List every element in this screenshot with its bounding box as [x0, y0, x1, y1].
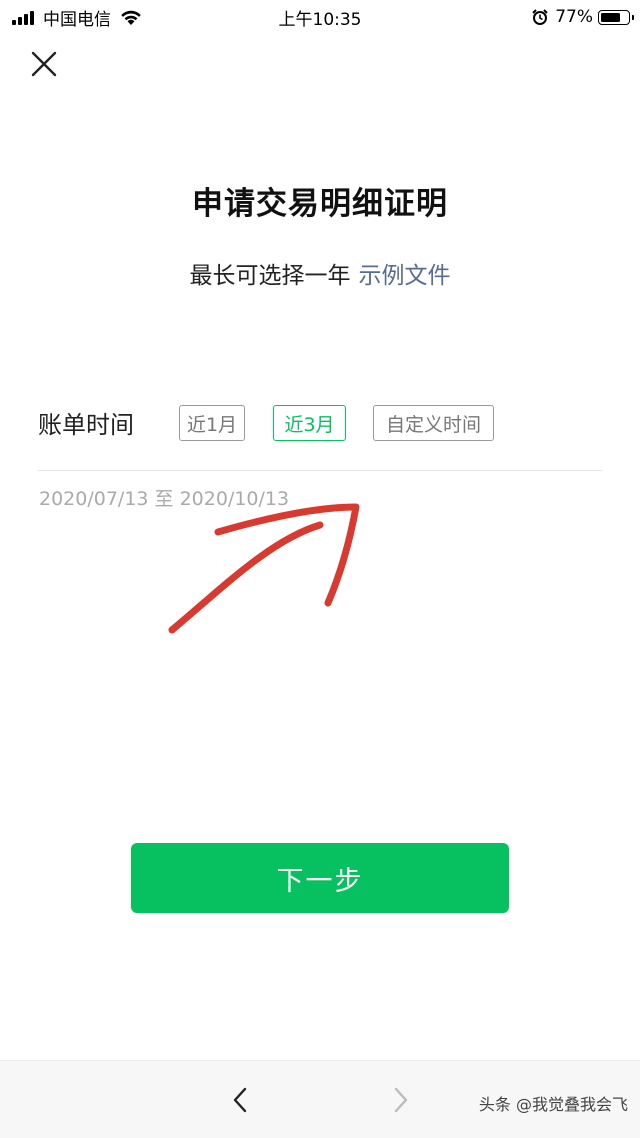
bill-time-label: 账单时间 [38, 411, 134, 439]
close-icon[interactable] [28, 48, 60, 80]
page-title: 申请交易明细证明 [192, 186, 448, 222]
option-last-3-months[interactable]: 近3月 [273, 405, 346, 441]
watermark: 头条 @我觉叠我会飞 [478, 1095, 628, 1114]
battery-percent: 77% [555, 7, 593, 27]
chevron-right-icon[interactable] [385, 1085, 415, 1115]
option-last-1-month[interactable]: 近1月 [179, 405, 245, 441]
red-arrow-annotation [168, 503, 360, 634]
battery-fill [601, 12, 621, 22]
option-custom-time[interactable]: 自定义时间 [373, 405, 494, 441]
battery-cap [632, 14, 634, 20]
page: 中国电信 上午10:35 77% 申请交易明细证明 最长可选择一年 示例文件 账… [0, 0, 640, 1138]
next-step-button[interactable]: 下一步 [131, 843, 509, 913]
sample-file-link[interactable]: 示例文件 [359, 263, 451, 289]
alarm-icon [532, 9, 548, 25]
battery-icon [598, 9, 634, 25]
chevron-left-icon[interactable] [226, 1085, 256, 1115]
status-right: 77% [531, 6, 634, 28]
divider [38, 470, 602, 471]
subtitle: 最长可选择一年 示例文件 [0, 256, 640, 290]
status-bar: 中国电信 上午10:35 77% [0, 0, 640, 34]
bottom-nav-bar: 头条 @我觉叠我会飞 [0, 1060, 640, 1138]
subtitle-text: 最长可选择一年 [189, 263, 351, 289]
